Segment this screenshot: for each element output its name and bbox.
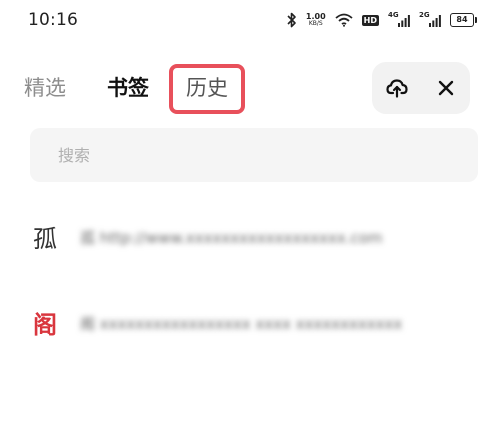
signal-bars-icon [429,15,441,27]
hd-badge: HD [361,14,379,26]
battery-icon: 84 [450,13,477,27]
history-item-title: 孤 http://www.xxxxxxxxxxxxxxxxxx.com [80,229,383,247]
battery-level: 84 [456,15,468,24]
close-button[interactable] [421,62,470,114]
history-item-title: 阁 xxxxxxxxxxxxxxxxx xxxx xxxxxxxxxxxx [80,315,403,333]
status-bar: 10:16 1.00 KB/S HD 4G 2G 84 [0,0,500,44]
search-input[interactable] [56,144,478,166]
cloud-sync-button[interactable] [372,62,421,114]
bluetooth-icon [287,12,296,28]
network-speed: 1.00 KB/S [305,12,326,28]
close-icon [438,80,453,96]
search-box [30,128,478,182]
cloud-sync-icon [385,79,408,98]
action-button-group [372,62,470,114]
status-time: 10:16 [28,10,78,30]
tab-selected[interactable]: 精选 [24,74,66,102]
signal-strength-2: 2G [419,11,441,27]
signal-bars-icon [398,15,410,27]
tab-bookmarks[interactable]: 书签 [107,74,149,102]
network-speed-value: 1.00 [305,12,326,21]
site-favicon: 阁 [33,310,57,339]
signal-strength-1: 4G [388,11,410,27]
wifi-icon [335,13,353,27]
status-icons: 1.00 KB/S HD 4G 2G 84 [287,11,477,28]
history-item[interactable]: 阁 阁 xxxxxxxxxxxxxxxxx xxxx xxxxxxxxxxxx [30,306,475,346]
network-speed-unit: KB/S [308,20,323,27]
history-tab-highlight [169,64,245,114]
history-item[interactable]: 孤 孤 http://www.xxxxxxxxxxxxxxxxxx.com [30,220,475,260]
site-favicon: 孤 [33,225,57,253]
